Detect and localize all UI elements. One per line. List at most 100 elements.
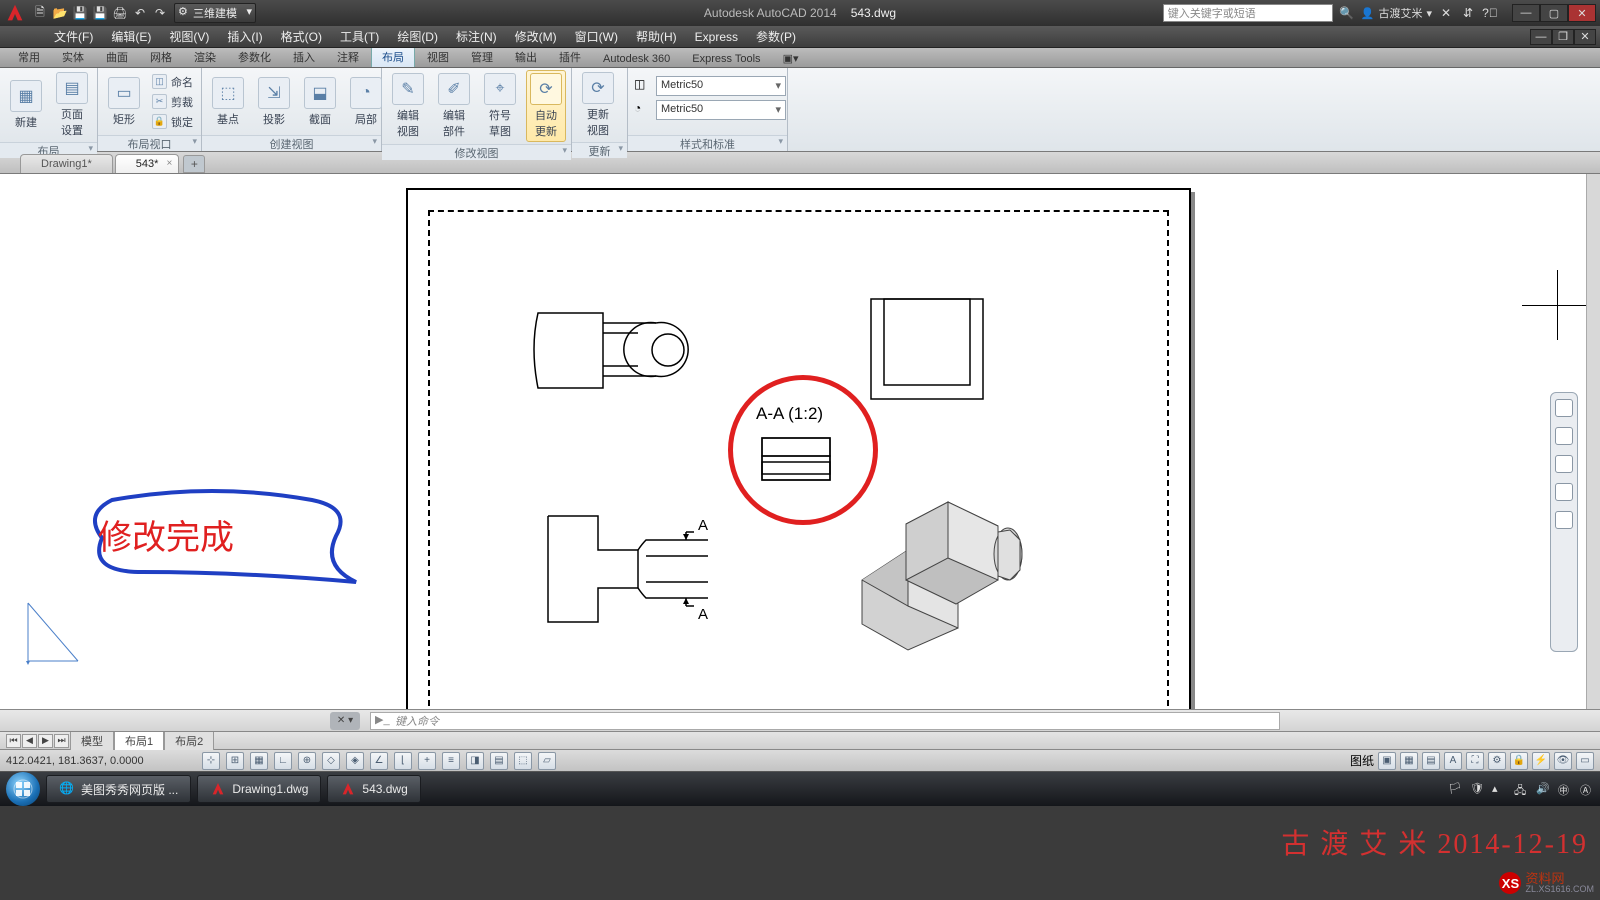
tray-vol-icon[interactable]: 🔊 — [1536, 782, 1550, 796]
cmdline-close[interactable]: ✕ ▾ — [330, 712, 360, 730]
qat-new-icon[interactable]: 🗎 — [32, 5, 48, 21]
ribbon-tab-a360[interactable]: Autodesk 360 — [593, 51, 680, 67]
tray-a-icon[interactable]: Ⓐ — [1580, 782, 1594, 796]
menu-file[interactable]: 文件(F) — [54, 28, 93, 45]
named-viewport-button[interactable]: ◫命名 — [150, 73, 195, 91]
scrollbar-vertical[interactable] — [1586, 174, 1600, 709]
task-drawing1[interactable]: Drawing1.dwg — [197, 775, 321, 803]
status-model-or-paper[interactable]: ▣ — [1378, 752, 1396, 770]
status-isolate[interactable]: 👁 — [1554, 752, 1572, 770]
status-infer[interactable]: ⊹ — [202, 752, 220, 770]
panel-title-update[interactable]: 更新 — [572, 142, 627, 158]
ribbon-tab-render[interactable]: 渲染 — [184, 47, 226, 67]
status-osnap[interactable]: ◇ — [322, 752, 340, 770]
panel-title-createview[interactable]: 创建视图 — [202, 135, 381, 151]
projected-view-button[interactable]: ⇲投影 — [254, 75, 294, 129]
status-toolbar-lock[interactable]: 🔒 — [1510, 752, 1528, 770]
ribbon-tab-manage[interactable]: 管理 — [461, 47, 503, 67]
start-button[interactable] — [6, 772, 40, 806]
nav-pan-icon[interactable] — [1555, 427, 1573, 445]
tray-chevron-icon[interactable]: ▴ — [1492, 782, 1506, 796]
ribbon-collapse[interactable]: ▣▾ — [773, 50, 809, 67]
minimize-button[interactable]: — — [1512, 4, 1540, 22]
status-grid[interactable]: ▦ — [250, 752, 268, 770]
menu-window[interactable]: 窗口(W) — [575, 28, 618, 45]
base-view-button[interactable]: ⬚基点 — [208, 75, 248, 129]
status-3dosnap[interactable]: ◈ — [346, 752, 364, 770]
nav-fullnav-icon[interactable] — [1555, 399, 1573, 417]
nav-showmotion-icon[interactable] — [1555, 511, 1573, 529]
nav-zoom-icon[interactable] — [1555, 455, 1573, 473]
ribbon-tab-solid[interactable]: 实体 — [52, 47, 94, 67]
help-search[interactable]: 键入关键字或短语 — [1163, 4, 1333, 22]
section-view-button[interactable]: ⬓截面 — [300, 75, 340, 129]
menu-insert[interactable]: 插入(I) — [227, 28, 262, 45]
panel-title-viewport[interactable]: 布局视口 — [98, 135, 201, 151]
task-meitu[interactable]: 🌐美图秀秀网页版 ... — [46, 775, 191, 803]
qat-redo-icon[interactable]: ↷ — [152, 5, 168, 21]
menu-dimension[interactable]: 标注(N) — [456, 28, 497, 45]
qat-print-icon[interactable]: 🖨 — [112, 5, 128, 21]
menu-edit[interactable]: 编辑(E) — [111, 28, 151, 45]
status-tpy[interactable]: ◨ — [466, 752, 484, 770]
doc-restore[interactable]: ❐ — [1552, 29, 1574, 45]
coordinate-display[interactable]: 412.0421, 181.3637, 0.0000 — [6, 755, 196, 767]
status-hardware-accel[interactable]: ⚡ — [1532, 752, 1550, 770]
menu-help[interactable]: 帮助(H) — [636, 28, 677, 45]
status-ws[interactable]: ⚙ — [1488, 752, 1506, 770]
page-setup-button[interactable]: ▤页面 设置 — [52, 70, 92, 140]
status-ortho[interactable]: ∟ — [274, 752, 292, 770]
rect-viewport-button[interactable]: ▭矩形 — [104, 75, 144, 129]
doc-tab-drawing1[interactable]: Drawing1* — [20, 154, 113, 173]
doc-tab-543[interactable]: 543*× — [115, 154, 180, 173]
edit-view-button[interactable]: ✎编辑 视图 — [388, 71, 428, 141]
panel-title-modview[interactable]: 修改视图 — [382, 144, 571, 160]
status-ducs[interactable]: ⌊ — [394, 752, 412, 770]
status-otrack[interactable]: ∠ — [370, 752, 388, 770]
layout-nav-next[interactable]: ▶ — [38, 734, 53, 748]
menu-express[interactable]: Express — [695, 30, 738, 44]
edit-component-button[interactable]: ✐编辑 部件 — [434, 71, 474, 141]
menu-format[interactable]: 格式(O) — [281, 28, 322, 45]
tray-ime-icon[interactable]: ㊥ — [1558, 782, 1572, 796]
layout-tab-model[interactable]: 模型 — [70, 731, 114, 750]
status-quickview-drawings[interactable]: ▤ — [1422, 752, 1440, 770]
qat-undo-icon[interactable]: ↶ — [132, 5, 148, 21]
auto-update-button[interactable]: ⟳自动 更新 — [526, 70, 566, 142]
status-snap[interactable]: ⊞ — [226, 752, 244, 770]
ribbon-tab-mesh[interactable]: 网格 — [140, 47, 182, 67]
update-view-button[interactable]: ⟳更新 视图 — [578, 70, 618, 140]
layout-tab-2[interactable]: 布局2 — [164, 731, 214, 750]
status-cleanscreen[interactable]: ▭ — [1576, 752, 1594, 770]
ribbon-tab-layout[interactable]: 布局 — [371, 46, 415, 67]
qat-open-icon[interactable]: 📂 — [52, 5, 68, 21]
layout-tab-1[interactable]: 布局1 — [114, 731, 164, 750]
ribbon-tab-insert[interactable]: 插入 — [283, 47, 325, 67]
task-543[interactable]: 543.dwg — [327, 775, 420, 803]
section-style-dropdown[interactable]: Metric50 — [656, 76, 786, 96]
menu-parametric[interactable]: 参数(P) — [756, 28, 796, 45]
ribbon-tab-home[interactable]: 常用 — [8, 47, 50, 67]
layout-nav-prev[interactable]: ◀ — [22, 734, 37, 748]
detail-view-button[interactable]: ◔局部 — [346, 75, 386, 129]
ribbon-tab-express[interactable]: Express Tools — [682, 51, 770, 67]
symbol-sketch-button[interactable]: ⌖符号 草图 — [480, 71, 520, 141]
menu-view[interactable]: 视图(V) — [169, 28, 209, 45]
status-paper[interactable]: ▱ — [538, 752, 556, 770]
nav-orbit-icon[interactable] — [1555, 483, 1573, 501]
ribbon-tab-surface[interactable]: 曲面 — [96, 47, 138, 67]
status-polar[interactable]: ⊕ — [298, 752, 316, 770]
close-button[interactable]: ✕ — [1568, 4, 1596, 22]
maximize-button[interactable]: ▢ — [1540, 4, 1568, 22]
menu-modify[interactable]: 修改(M) — [515, 28, 557, 45]
menu-draw[interactable]: 绘图(D) — [397, 28, 438, 45]
ribbon-tab-output[interactable]: 输出 — [505, 47, 547, 67]
lock-viewport-button[interactable]: 🔒锁定 — [150, 113, 195, 131]
status-qp[interactable]: ▤ — [490, 752, 508, 770]
ribbon-tab-addins[interactable]: 插件 — [549, 47, 591, 67]
menu-tools[interactable]: 工具(T) — [340, 28, 379, 45]
ribbon-tab-parametric[interactable]: 参数化 — [228, 47, 281, 67]
doc-minimize[interactable]: — — [1530, 29, 1552, 45]
workspace-dropdown[interactable]: 三维建模 — [174, 3, 256, 23]
detail-style-dropdown[interactable]: Metric50 — [656, 100, 786, 120]
